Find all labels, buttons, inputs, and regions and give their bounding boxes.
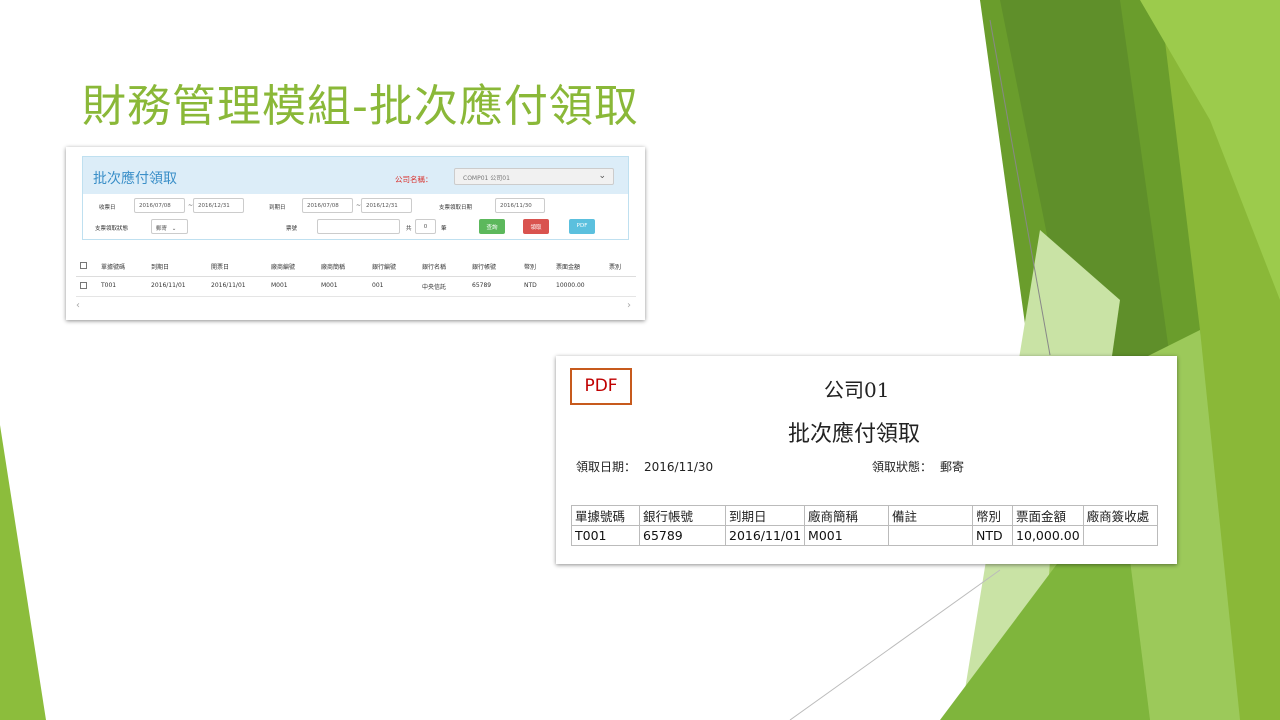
pdf-screenshot: PDF 公司01 批次應付領取 領取日期： 2016/11/30 領取狀態： 郵寄 … xyxy=(556,356,1177,564)
due-date-label: 到期日 xyxy=(269,205,286,211)
receipt-date-to-input[interactable]: 2016/12/31 xyxy=(193,198,244,213)
pickup-status-select[interactable]: 郵寄 ⌄ xyxy=(151,219,188,234)
table-cell: 2016/11/01 xyxy=(724,525,806,546)
column-header: 幣別 xyxy=(972,505,1014,526)
table-cell: 2016/11/01 xyxy=(211,282,246,289)
pdf-company-name: 公司01 xyxy=(824,378,890,402)
table-cell: 10,000.00 xyxy=(1012,525,1084,546)
column-header: 單據號碼 xyxy=(571,505,640,526)
pdf-button[interactable]: PDF xyxy=(569,219,595,234)
receipt-date-label: 收票日 xyxy=(99,205,116,211)
column-header: 開票日 xyxy=(211,264,230,271)
pdf-pickup-status: 領取狀態： 郵寄 xyxy=(872,458,964,475)
check-pickup-date-label: 支票領取日期 xyxy=(439,205,473,211)
table-cell xyxy=(888,525,974,546)
column-header: 到期日 xyxy=(151,264,170,271)
column-header: 票別 xyxy=(609,264,622,271)
total-count: 0 xyxy=(415,219,436,234)
pdf-table-header-row: 單據號碼 銀行帳號 到期日 廠商簡稱 備註 幣別 票面金額 廠商簽收處 xyxy=(571,505,1158,526)
column-header: 銀行帳號 xyxy=(639,505,726,526)
table-header-row: 單據號碼 到期日 開票日 廠商編號 廠商簡稱 銀行編號 銀行名稱 銀行帳號 幣別… xyxy=(76,257,636,277)
table-cell: 2016/11/01 xyxy=(151,282,186,289)
pickup-status-label: 支票領取狀態 xyxy=(95,226,129,232)
chevron-down-icon: ⌄ xyxy=(171,226,177,232)
ticket-no-input[interactable] xyxy=(317,219,400,234)
pdf-pickup-status-label: 領取狀態： xyxy=(872,460,933,474)
column-header: 幣別 xyxy=(524,264,537,271)
company-select-value: COMP01 公司01 xyxy=(463,175,510,182)
column-header: 廠商編號 xyxy=(271,264,296,271)
total-prefix: 共 xyxy=(406,226,412,232)
due-date-to-input[interactable]: 2016/12/31 xyxy=(361,198,412,213)
column-header: 廠商簽收處 xyxy=(1082,505,1158,526)
slide-title: 財務管理模組-批次應付領取 xyxy=(82,81,639,132)
total-suffix: 筆 xyxy=(441,226,447,232)
chevron-down-icon: ⌄ xyxy=(598,171,606,181)
table-cell: 10000.00 xyxy=(556,282,585,289)
pdf-document-title: 批次應付領取 xyxy=(788,422,921,447)
receipt-date-from-input[interactable]: 2016/07/08 xyxy=(134,198,185,213)
table-cell: 001 xyxy=(372,282,384,289)
pdf-pickup-date: 領取日期： 2016/11/30 xyxy=(576,458,713,475)
table-cell: T001 xyxy=(571,525,640,546)
pdf-table: 單據號碼 銀行帳號 到期日 廠商簡稱 備註 幣別 票面金額 廠商簽收處 T001… xyxy=(571,505,1158,546)
column-header: 銀行編號 xyxy=(372,264,397,271)
table-cell: M001 xyxy=(321,282,338,289)
column-header: 銀行帳號 xyxy=(472,264,497,271)
table-cell: NTD xyxy=(972,525,1014,546)
table-row[interactable]: T001 2016/11/01 2016/11/01 M001 M001 001… xyxy=(76,277,636,297)
table-cell: M001 xyxy=(804,525,890,546)
column-header: 廠商簡稱 xyxy=(804,505,890,526)
form-title: 批次應付領取 xyxy=(93,171,177,187)
table-cell xyxy=(1082,525,1158,546)
table-cell: T001 xyxy=(101,282,117,289)
pdf-pickup-status-value: 郵寄 xyxy=(940,460,965,474)
pickup-button[interactable]: 領取 xyxy=(523,219,549,234)
table-row: T001 65789 2016/11/01 M001 NTD 10,000.00 xyxy=(571,525,1158,546)
column-header: 備註 xyxy=(888,505,974,526)
ticket-no-label: 票號 xyxy=(286,226,298,232)
table-cell: M001 xyxy=(271,282,288,289)
select-all-checkbox[interactable] xyxy=(80,262,87,269)
column-header: 銀行名稱 xyxy=(422,264,447,271)
company-select[interactable]: COMP01 公司01 ⌄ xyxy=(454,168,614,185)
table-cell: 65789 xyxy=(472,282,492,289)
column-header: 票面金額 xyxy=(556,264,581,271)
pdf-badge: PDF xyxy=(570,368,632,405)
check-pickup-date-input[interactable]: 2016/11/30 xyxy=(495,198,545,213)
filter-panel: 批次應付領取 公司名稱： COMP01 公司01 ⌄ 收票日 2016/07/0… xyxy=(82,156,629,240)
query-button[interactable]: 查詢 xyxy=(479,219,505,234)
panel-header: 批次應付領取 公司名稱： COMP01 公司01 ⌄ xyxy=(83,157,628,194)
column-header: 到期日 xyxy=(724,505,806,526)
pdf-pickup-date-value: 2016/11/30 xyxy=(644,460,714,474)
row-checkbox[interactable] xyxy=(80,282,87,289)
company-label: 公司名稱： xyxy=(395,175,433,184)
pickup-status-value: 郵寄 xyxy=(156,226,168,232)
table-cell: NTD xyxy=(524,282,537,289)
scroll-left-arrow[interactable]: ‹ xyxy=(76,300,80,311)
form-screenshot: 批次應付領取 公司名稱： COMP01 公司01 ⌄ 收票日 2016/07/0… xyxy=(66,147,645,320)
column-header: 單據號碼 xyxy=(101,264,126,271)
scroll-right-arrow[interactable]: › xyxy=(627,300,631,311)
pdf-pickup-date-label: 領取日期： xyxy=(576,460,637,474)
table-cell: 中央信託 xyxy=(422,284,447,291)
column-header: 票面金額 xyxy=(1012,505,1084,526)
column-header: 廠商簡稱 xyxy=(321,264,346,271)
due-date-from-input[interactable]: 2016/07/08 xyxy=(302,198,353,213)
table-cell: 65789 xyxy=(639,525,726,546)
